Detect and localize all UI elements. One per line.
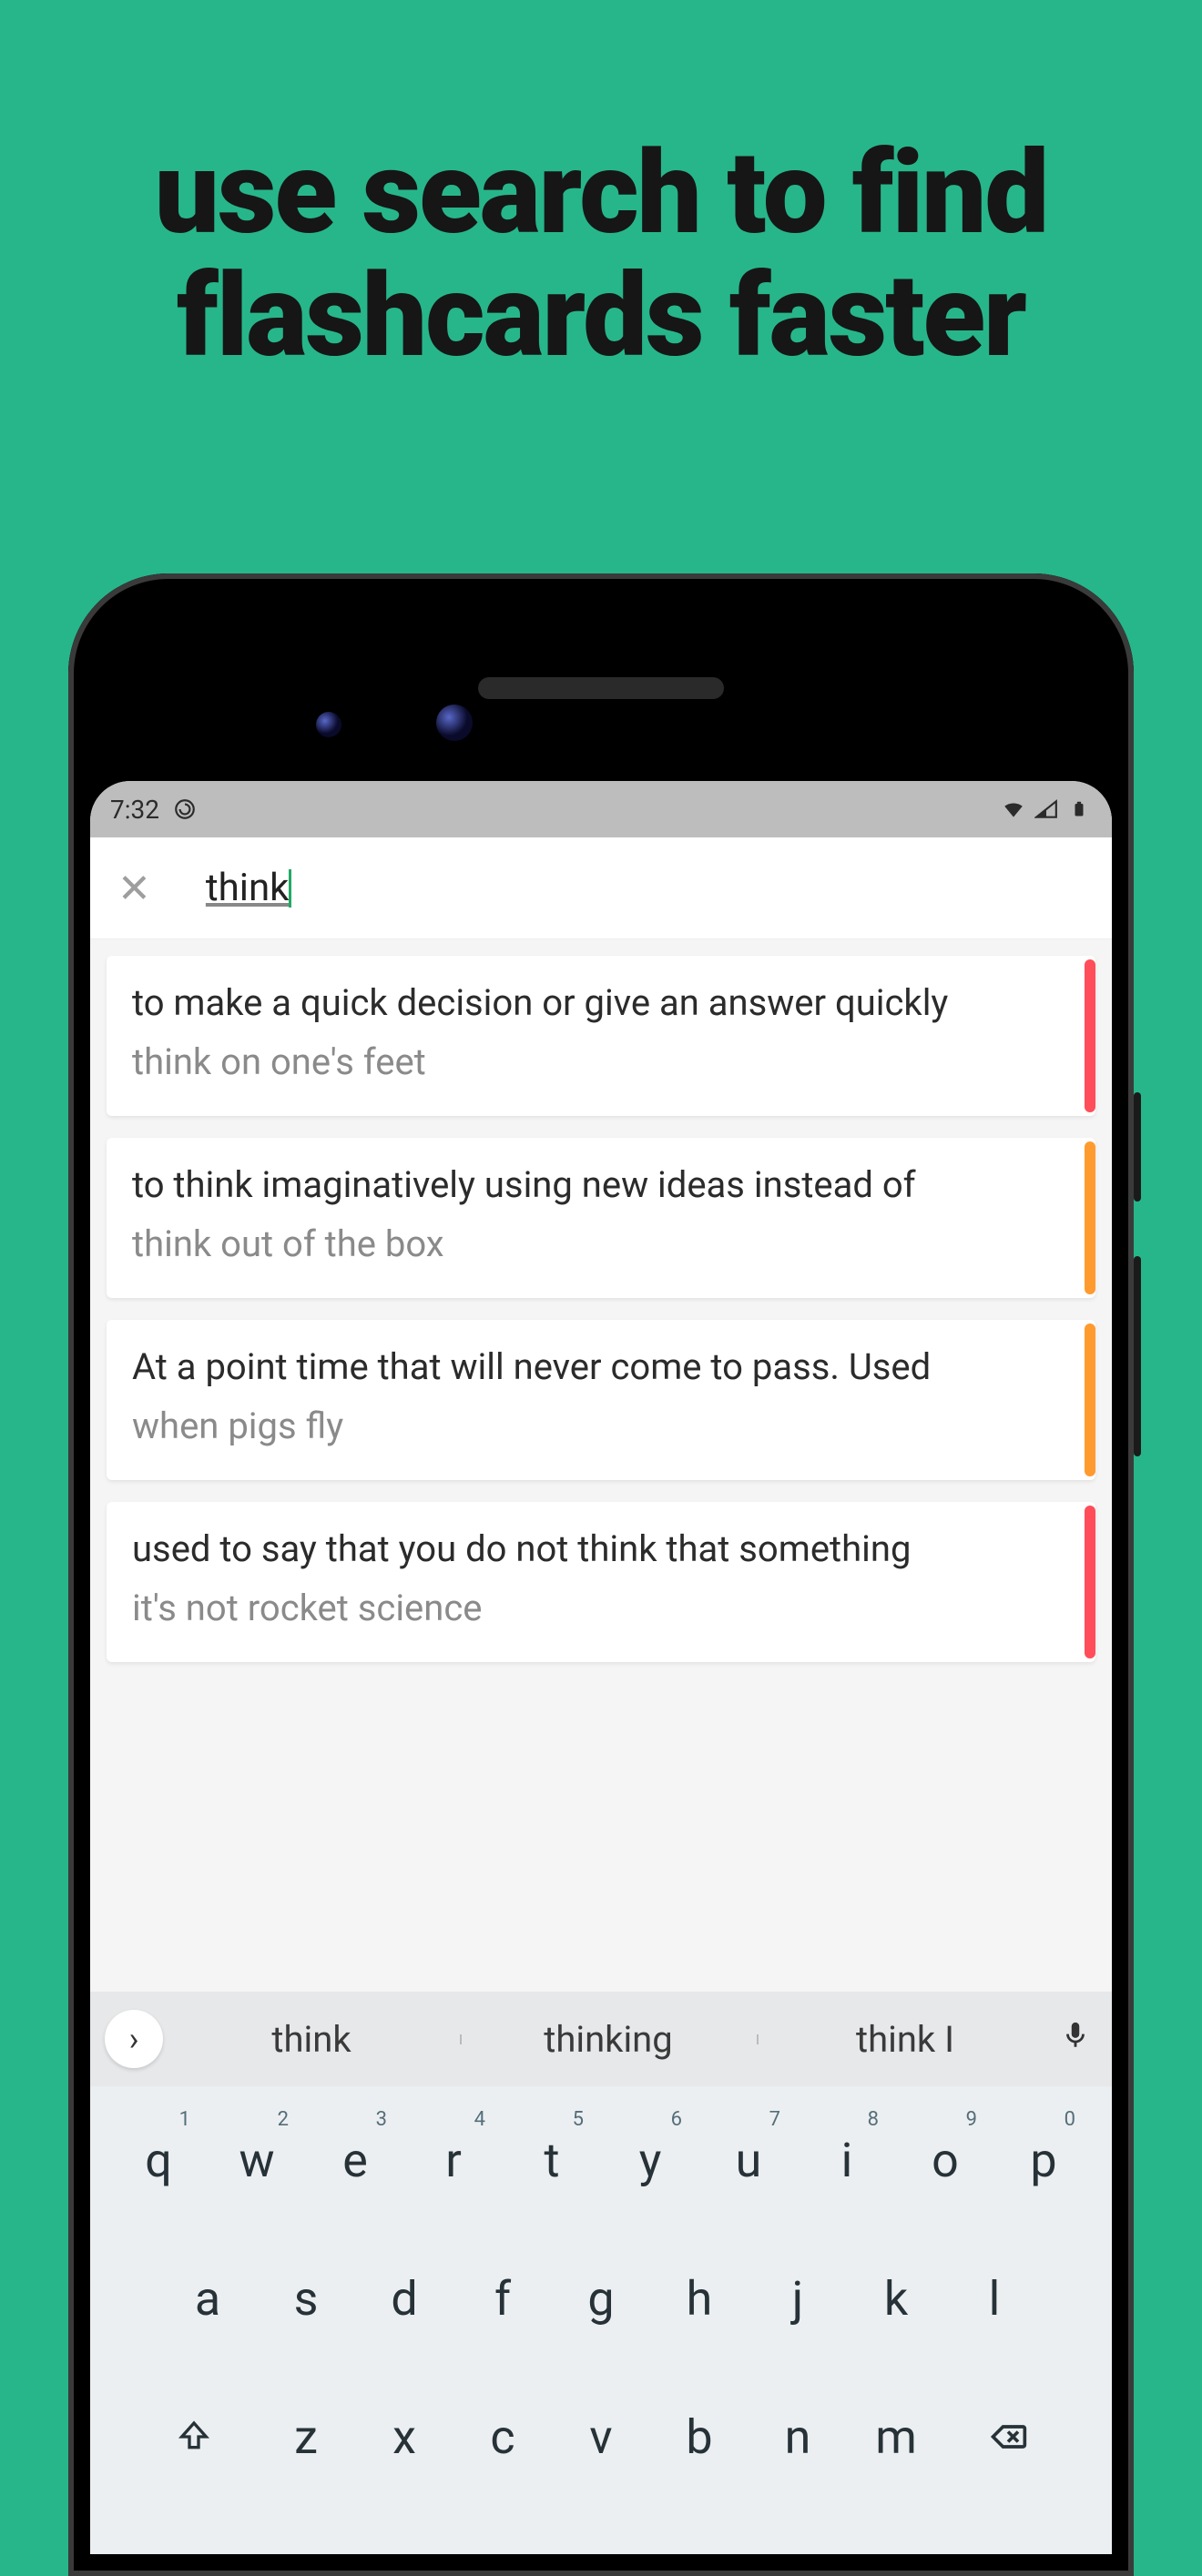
result-title: used to say that you do not think that s… [132,1527,1085,1570]
key-p[interactable]: p0 [999,2103,1088,2217]
key-n[interactable]: n [753,2379,842,2494]
signal-icon [1034,796,1059,822]
suggestion[interactable]: thinking [460,2018,757,2061]
text-caret [289,869,291,908]
key-g[interactable]: g [556,2241,646,2356]
key-r[interactable]: r4 [409,2103,498,2217]
mic-icon[interactable] [1054,2020,1097,2059]
key-h[interactable]: h [655,2241,744,2356]
result-subtitle: it's not rocket science [132,1587,1085,1629]
result-title: to think imaginatively using new ideas i… [132,1163,1085,1206]
search-input[interactable]: think [206,866,290,910]
suggestion[interactable]: think [163,2018,460,2061]
key-b[interactable]: b [655,2379,744,2494]
key-q[interactable]: q1 [114,2103,203,2217]
keyboard-suggestions: › think thinking think I [90,1992,1112,2086]
keyboard[interactable]: q1w2e3r4t5y6u7i8o9p0 asdfghjkl zxcvbnm [90,2086,1112,2554]
result-card[interactable]: used to say that you do not think that s… [107,1502,1095,1662]
results-list[interactable]: to make a quick decision or give an answ… [90,939,1112,1992]
key-k[interactable]: k [851,2241,941,2356]
key-i[interactable]: i8 [802,2103,891,2217]
key-l[interactable]: l [950,2241,1039,2356]
phone-speaker [478,677,724,699]
phone-side-button [1134,1256,1141,1456]
phone-camera [436,705,473,741]
key-f[interactable]: f [458,2241,547,2356]
difficulty-stripe [1085,959,1095,1112]
key-v[interactable]: v [556,2379,646,2494]
sync-icon [172,796,198,822]
shift-key[interactable] [136,2379,252,2494]
result-title: to make a quick decision or give an answ… [132,981,1085,1024]
difficulty-stripe [1085,1323,1095,1476]
key-w[interactable]: w2 [212,2103,301,2217]
key-u[interactable]: u7 [704,2103,793,2217]
key-o[interactable]: o9 [901,2103,990,2217]
battery-icon [1066,796,1092,822]
key-t[interactable]: t5 [507,2103,596,2217]
key-z[interactable]: z [261,2379,351,2494]
key-e[interactable]: e3 [311,2103,400,2217]
suggestion[interactable]: think I [757,2018,1054,2061]
result-title: At a point time that will never come to … [132,1345,1085,1388]
promo-headline: use search to find flashcards faster [0,0,1202,378]
backspace-key[interactable] [950,2379,1066,2494]
phone-screen: 7:32 ✕ [90,781,1112,2554]
difficulty-stripe [1085,1141,1095,1294]
result-subtitle: think on one's feet [132,1040,1085,1083]
key-y[interactable]: y6 [606,2103,695,2217]
wifi-icon [1001,796,1026,822]
search-bar: ✕ think [90,837,1112,939]
expand-icon[interactable]: › [105,2010,163,2068]
phone-side-button [1134,1092,1141,1202]
phone-frame: 7:32 ✕ [68,573,1134,2576]
difficulty-stripe [1085,1506,1095,1658]
result-card[interactable]: to make a quick decision or give an answ… [107,956,1095,1116]
result-subtitle: think out of the box [132,1222,1085,1265]
result-card[interactable]: At a point time that will never come to … [107,1320,1095,1480]
key-a[interactable]: a [163,2241,252,2356]
key-j[interactable]: j [753,2241,842,2356]
phone-camera [316,712,341,737]
close-icon[interactable]: ✕ [117,868,151,908]
status-time: 7:32 [110,795,159,825]
key-d[interactable]: d [360,2241,449,2356]
status-bar: 7:32 [90,781,1112,837]
result-card[interactable]: to think imaginatively using new ideas i… [107,1138,1095,1298]
key-x[interactable]: x [360,2379,449,2494]
key-c[interactable]: c [458,2379,547,2494]
key-m[interactable]: m [851,2379,941,2494]
result-subtitle: when pigs fly [132,1405,1085,1447]
key-s[interactable]: s [261,2241,351,2356]
